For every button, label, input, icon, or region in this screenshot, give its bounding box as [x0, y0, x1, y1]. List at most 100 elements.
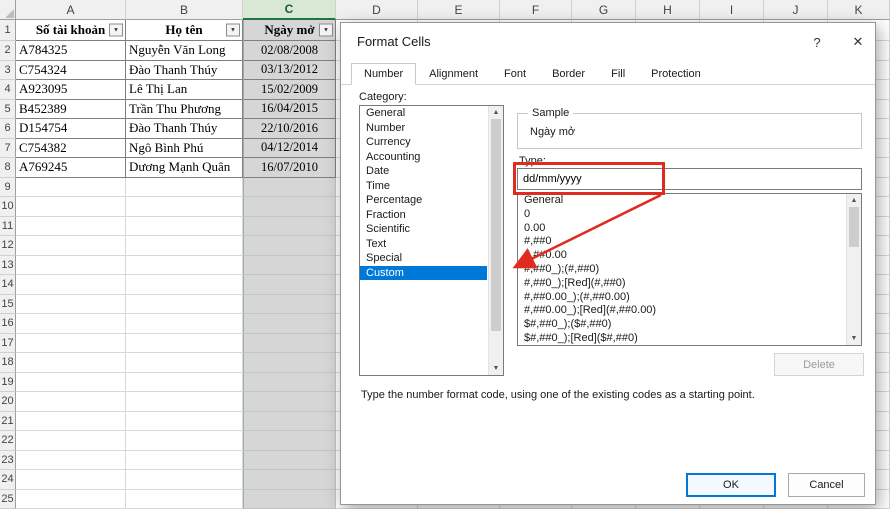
cell-C3[interactable]: 03/13/2012	[243, 61, 336, 81]
cell-B11[interactable]	[126, 217, 243, 237]
cell-C12[interactable]	[243, 236, 336, 256]
row-header-5[interactable]: 5	[0, 100, 16, 120]
type-input[interactable]	[517, 168, 862, 190]
cell-B4[interactable]: Lê Thị Lan	[126, 80, 243, 100]
cell-C11[interactable]	[243, 217, 336, 237]
category-item-custom[interactable]: Custom	[360, 266, 487, 281]
type-option-5[interactable]: #,##0_);(#,##0)	[518, 263, 845, 277]
row-header-20[interactable]: 20	[0, 392, 16, 412]
cell-C9[interactable]	[243, 178, 336, 198]
scroll-up-icon[interactable]: ▲	[847, 197, 861, 204]
delete-button[interactable]: Delete	[774, 353, 864, 376]
cell-C18[interactable]	[243, 353, 336, 373]
cell-B18[interactable]	[126, 353, 243, 373]
cell-B1[interactable]: Họ tên▼	[126, 20, 243, 41]
tab-font[interactable]: Font	[491, 63, 539, 85]
select-all-corner[interactable]	[0, 0, 16, 20]
column-header-b[interactable]: B	[126, 0, 243, 20]
row-header-9[interactable]: 9	[0, 178, 16, 198]
cell-C17[interactable]	[243, 334, 336, 354]
row-header-4[interactable]: 4	[0, 80, 16, 100]
cell-A23[interactable]	[16, 451, 126, 471]
column-header-f[interactable]: F	[500, 0, 572, 20]
cell-A18[interactable]	[16, 353, 126, 373]
row-header-17[interactable]: 17	[0, 334, 16, 354]
cell-B5[interactable]: Trần Thu Phương	[126, 100, 243, 120]
row-header-24[interactable]: 24	[0, 470, 16, 490]
scroll-down-icon[interactable]: ▼	[847, 335, 861, 342]
cell-A7[interactable]: C754382	[16, 139, 126, 159]
column-header-k[interactable]: K	[828, 0, 890, 20]
cell-A10[interactable]	[16, 197, 126, 217]
row-header-21[interactable]: 21	[0, 412, 16, 432]
category-item-accounting[interactable]: Accounting	[360, 150, 487, 165]
cancel-button[interactable]: Cancel	[788, 473, 865, 497]
row-header-6[interactable]: 6	[0, 119, 16, 139]
cell-C1[interactable]: Ngày mở▼	[243, 20, 336, 41]
row-header-8[interactable]: 8	[0, 158, 16, 178]
category-item-percentage[interactable]: Percentage	[360, 193, 487, 208]
column-header-g[interactable]: G	[572, 0, 636, 20]
type-option-7[interactable]: #,##0.00_);(#,##0.00)	[518, 291, 845, 305]
cell-B15[interactable]	[126, 295, 243, 315]
cell-C10[interactable]	[243, 197, 336, 217]
cell-A3[interactable]: C754324	[16, 61, 126, 81]
type-scroll-thumb[interactable]	[849, 207, 859, 247]
category-scroll-thumb[interactable]	[491, 119, 501, 331]
cell-C16[interactable]	[243, 314, 336, 334]
cell-B14[interactable]	[126, 275, 243, 295]
cell-A15[interactable]	[16, 295, 126, 315]
cell-B17[interactable]	[126, 334, 243, 354]
cell-A20[interactable]	[16, 392, 126, 412]
cell-C4[interactable]: 15/02/2009	[243, 80, 336, 100]
cell-C23[interactable]	[243, 451, 336, 471]
column-header-a[interactable]: A	[16, 0, 126, 20]
cell-B20[interactable]	[126, 392, 243, 412]
cell-B19[interactable]	[126, 373, 243, 393]
cell-A9[interactable]	[16, 178, 126, 198]
ok-button[interactable]: OK	[686, 473, 776, 497]
cell-C25[interactable]	[243, 490, 336, 509]
cell-C13[interactable]	[243, 256, 336, 276]
column-header-e[interactable]: E	[418, 0, 500, 20]
cell-C2[interactable]: 02/08/2008	[243, 41, 336, 61]
row-header-22[interactable]: 22	[0, 431, 16, 451]
cell-B8[interactable]: Dương Mạnh Quân	[126, 158, 243, 178]
row-header-14[interactable]: 14	[0, 275, 16, 295]
cell-A25[interactable]	[16, 490, 126, 509]
type-option-1[interactable]: 0	[518, 208, 845, 222]
row-header-16[interactable]: 16	[0, 314, 16, 334]
category-item-general[interactable]: General	[360, 106, 487, 121]
cell-A19[interactable]	[16, 373, 126, 393]
cell-C22[interactable]	[243, 431, 336, 451]
cell-A13[interactable]	[16, 256, 126, 276]
cell-B3[interactable]: Đào Thanh Thúy	[126, 61, 243, 81]
cell-C14[interactable]	[243, 275, 336, 295]
type-option-4[interactable]: #,##0.00	[518, 249, 845, 263]
scroll-down-icon[interactable]: ▼	[489, 365, 503, 372]
cell-C19[interactable]	[243, 373, 336, 393]
category-item-fraction[interactable]: Fraction	[360, 208, 487, 223]
type-option-10[interactable]: $#,##0_);[Red]($#,##0)	[518, 332, 845, 346]
filter-dropdown-icon[interactable]: ▼	[109, 24, 123, 37]
cell-A12[interactable]	[16, 236, 126, 256]
row-header-23[interactable]: 23	[0, 451, 16, 471]
row-header-7[interactable]: 7	[0, 139, 16, 159]
row-header-10[interactable]: 10	[0, 197, 16, 217]
cell-C24[interactable]	[243, 470, 336, 490]
cell-A16[interactable]	[16, 314, 126, 334]
cell-A24[interactable]	[16, 470, 126, 490]
type-option-3[interactable]: #,##0	[518, 235, 845, 249]
type-option-0[interactable]: General	[518, 194, 845, 208]
category-item-number[interactable]: Number	[360, 121, 487, 136]
type-option-6[interactable]: #,##0_);[Red](#,##0)	[518, 277, 845, 291]
close-icon[interactable]: ✕	[844, 29, 872, 55]
cell-A11[interactable]	[16, 217, 126, 237]
cell-A2[interactable]: A784325	[16, 41, 126, 61]
row-header-11[interactable]: 11	[0, 217, 16, 237]
type-option-9[interactable]: $#,##0_);($#,##0)	[518, 318, 845, 332]
column-header-h[interactable]: H	[636, 0, 700, 20]
column-header-d[interactable]: D	[336, 0, 418, 20]
cell-A17[interactable]	[16, 334, 126, 354]
cell-C15[interactable]	[243, 295, 336, 315]
